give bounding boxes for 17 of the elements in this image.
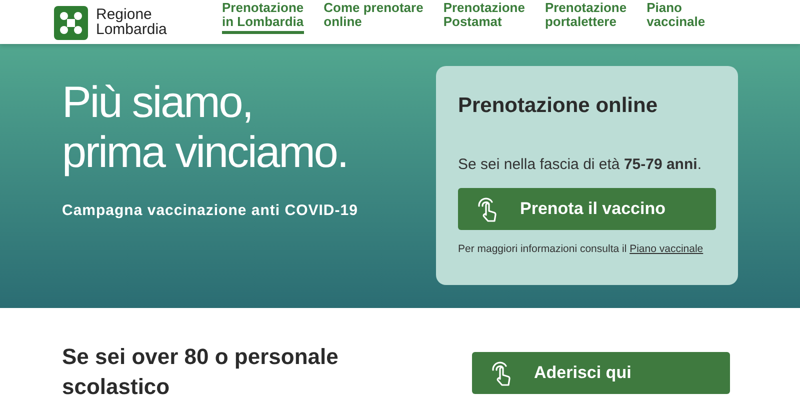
nav-link[interactable]: Prenotazione in Lombardia [222,0,304,34]
card-note: Per maggiori informazioni consulta il Piano vaccinale [458,242,704,257]
nav-link[interactable]: Piano vaccinale [646,0,706,34]
section-title: Se sei over 80 o personale scolastico [62,343,340,400]
join-button[interactable]: Aderisci qui [472,352,730,394]
logo-icon [54,6,88,40]
hero-subtitle: Campagna vaccinazione anti COVID-19 [62,201,359,221]
card-title: Prenotazione online [458,93,659,119]
book-button[interactable]: Prenota il vaccino [458,188,716,230]
nav-link[interactable]: Come prenotare online [324,0,424,34]
hero-headline: Più siamo, prima vinciamo. [62,78,349,178]
card-text: Se sei nella fascia di età 75-79 anni. [458,154,702,174]
logo-text: Regione [96,7,153,22]
nav-link[interactable]: Prenotazione Postamat [443,0,525,34]
plan-link[interactable]: Piano vaccinale [630,243,704,255]
logo-text: Lombardia [96,22,167,37]
nav-link[interactable]: Prenotazione portalettere [544,0,627,34]
